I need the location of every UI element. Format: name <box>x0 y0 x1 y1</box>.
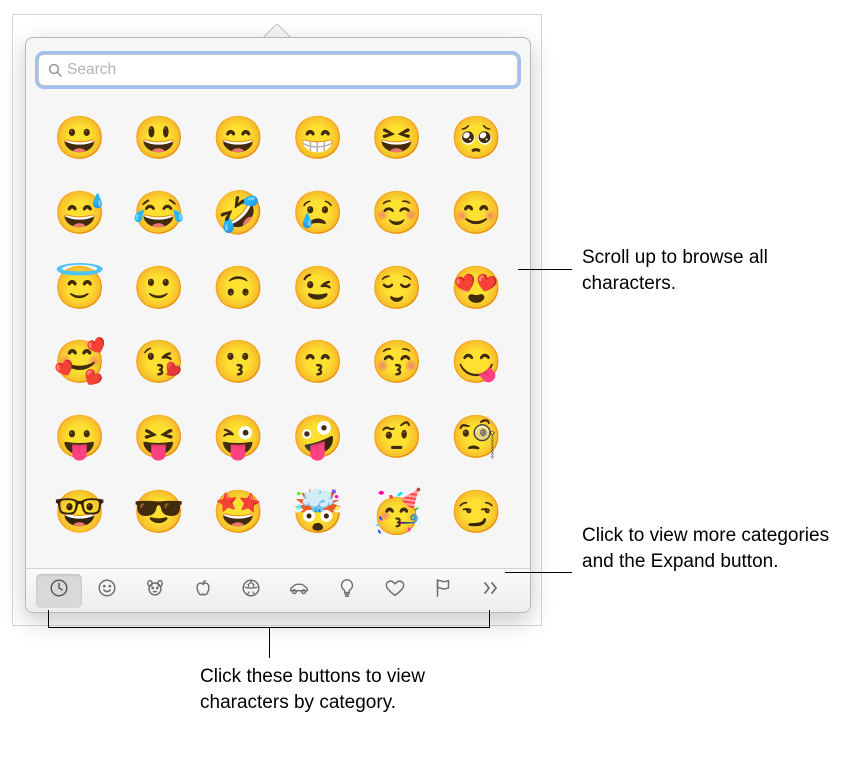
apple-icon <box>192 577 214 604</box>
chevrons-icon <box>481 578 501 603</box>
callout-leader <box>269 628 270 658</box>
emoji-cell[interactable]: 🙂 <box>133 268 185 310</box>
emoji-cell[interactable]: 🤪 <box>292 417 344 459</box>
emoji-cell[interactable]: 😙 <box>292 342 344 384</box>
emoji-cell[interactable]: 😎 <box>133 492 185 534</box>
emoji-cell[interactable]: 😇 <box>54 268 106 310</box>
emoji-cell[interactable]: 😅 <box>54 193 106 235</box>
category-more-button[interactable] <box>468 574 514 608</box>
emoji-cell[interactable]: 🤣 <box>212 193 264 235</box>
clock-icon <box>48 577 70 604</box>
emoji-cell[interactable]: 🥰 <box>54 342 106 384</box>
emoji-grid: 😀 😃 😄 😁 😆 🥺 😅 😂 🤣 😢 ☺️ 😊 😇 🙂 🙃 😉 😌 😍 🥰 😘 😗 😙 😚 😋 😛 😝 😜 🤪 🤨 🧐 🤓 😎 🤩 🤯 🥳 😏 <box>40 102 516 550</box>
callout-categories: Click these buttons to view characters b… <box>200 664 450 715</box>
emoji-cell[interactable]: 😋 <box>450 342 502 384</box>
callout-more: Click to view more categories and the Ex… <box>582 523 832 574</box>
emoji-cell[interactable]: 🤩 <box>212 492 264 534</box>
emoji-cell[interactable]: 😌 <box>371 268 423 310</box>
emoji-cell[interactable]: 😜 <box>212 417 264 459</box>
search-icon <box>47 62 63 78</box>
character-viewer-popover: 😀 😃 😄 😁 😆 🥺 😅 😂 🤣 😢 ☺️ 😊 😇 🙂 🙃 😉 😌 😍 🥰 😘 😗 😙 😚 😋 😛 😝 😜 🤪 🤨 🧐 🤓 😎 🤩 🤯 🥳 😏 <box>25 37 531 613</box>
emoji-cell[interactable]: 🤨 <box>371 417 423 459</box>
emoji-cell[interactable]: 😢 <box>292 193 344 235</box>
emoji-cell[interactable]: 🙃 <box>212 268 264 310</box>
emoji-cell[interactable]: 😉 <box>292 268 344 310</box>
category-flags-button[interactable] <box>420 574 466 608</box>
category-travel-button[interactable] <box>276 574 322 608</box>
panel-frame: 😀 😃 😄 😁 😆 🥺 😅 😂 🤣 😢 ☺️ 😊 😇 🙂 🙃 😉 😌 😍 🥰 😘 😗 😙 😚 😋 😛 😝 😜 🤪 🤨 🧐 🤓 😎 🤩 🤯 🥳 😏 <box>12 14 542 626</box>
bulb-icon <box>337 577 357 604</box>
emoji-cell[interactable]: 😘 <box>133 342 185 384</box>
category-activity-button[interactable] <box>228 574 274 608</box>
category-recent-button[interactable] <box>36 574 82 608</box>
category-symbols-button[interactable] <box>372 574 418 608</box>
emoji-cell[interactable]: 😆 <box>371 118 423 160</box>
category-animals-button[interactable] <box>132 574 178 608</box>
search-field[interactable] <box>38 54 518 86</box>
emoji-cell[interactable]: ☺️ <box>371 193 423 235</box>
emoji-cell[interactable]: 😀 <box>54 118 106 160</box>
emoji-cell[interactable]: 😚 <box>371 342 423 384</box>
category-objects-button[interactable] <box>324 574 370 608</box>
emoji-cell[interactable]: 🥳 <box>371 492 423 534</box>
emoji-cell[interactable]: 😍 <box>450 268 502 310</box>
callout-leader <box>518 269 572 270</box>
callout-leader <box>505 572 572 573</box>
category-bar <box>26 568 530 612</box>
emoji-cell[interactable]: 😛 <box>54 417 106 459</box>
emoji-cell[interactable]: 😄 <box>212 118 264 160</box>
callout-scroll: Scroll up to browse all characters. <box>582 245 832 296</box>
animal-icon <box>144 577 166 604</box>
emoji-cell[interactable]: 😊 <box>450 193 502 235</box>
emoji-cell[interactable]: 🤓 <box>54 492 106 534</box>
soccer-icon <box>240 577 262 604</box>
callout-bracket <box>48 610 490 628</box>
flag-icon <box>432 577 454 604</box>
emoji-cell[interactable]: 😃 <box>133 118 185 160</box>
emoji-cell[interactable]: 🧐 <box>450 417 502 459</box>
emoji-cell[interactable]: 😗 <box>212 342 264 384</box>
emoji-cell[interactable]: 😁 <box>292 118 344 160</box>
heart-icon <box>384 577 406 604</box>
smiley-icon <box>96 577 118 604</box>
search-input[interactable] <box>67 61 509 79</box>
emoji-cell[interactable]: 😝 <box>133 417 185 459</box>
car-icon <box>287 577 311 604</box>
category-smileys-button[interactable] <box>84 574 130 608</box>
emoji-cell[interactable]: 😂 <box>133 193 185 235</box>
category-food-button[interactable] <box>180 574 226 608</box>
emoji-cell[interactable]: 🥺 <box>450 118 502 160</box>
emoji-cell[interactable]: 🤯 <box>292 492 344 534</box>
emoji-cell[interactable]: 😏 <box>450 492 502 534</box>
